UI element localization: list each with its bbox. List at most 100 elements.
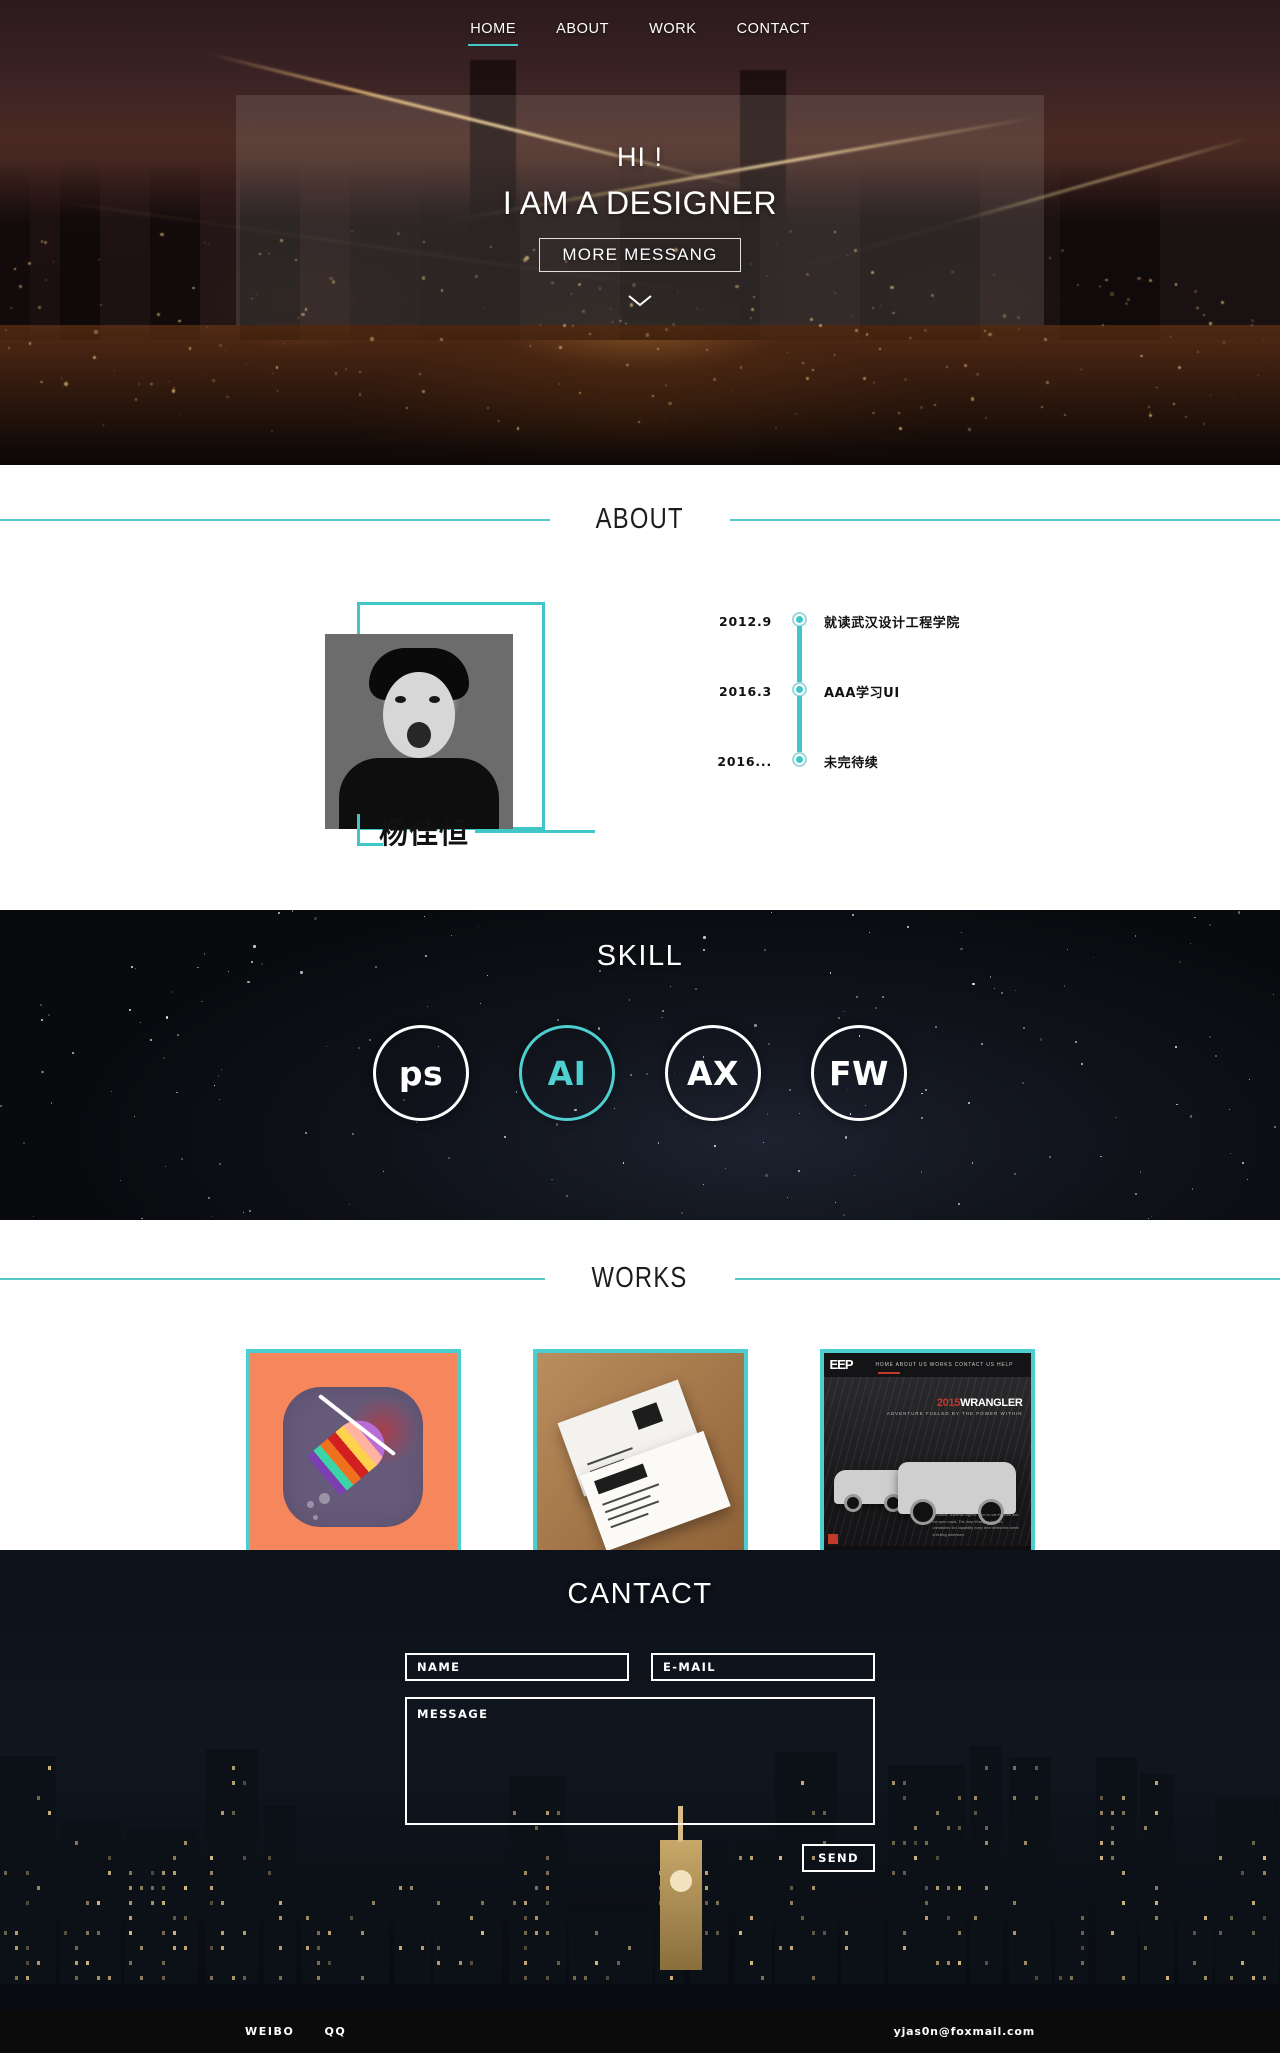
window-light (183, 1946, 187, 1950)
window-light (946, 1826, 950, 1830)
window-light (1143, 1946, 1147, 1950)
window-light (172, 1856, 176, 1860)
name-bracket-vertical (357, 814, 360, 846)
skill-badge-fw[interactable]: FW (811, 1025, 907, 1121)
window-light (317, 1961, 321, 1965)
window-light (107, 1976, 111, 1980)
skill-heading: SKILL (596, 940, 684, 972)
more-message-button[interactable]: MORE MESSANG (539, 238, 741, 272)
window-light (209, 1856, 213, 1860)
window-light (220, 1931, 224, 1935)
window-light (74, 1961, 78, 1965)
nav-item-contact[interactable]: CONTACT (717, 0, 830, 58)
window-light (1121, 1871, 1125, 1875)
send-row: SEND (405, 1844, 875, 1872)
building (1008, 1756, 1052, 1984)
window-light (1121, 1976, 1125, 1980)
profile-name: 杨佳恒 (379, 816, 470, 850)
window-light (1110, 1826, 1114, 1830)
window-light (437, 1961, 441, 1965)
skill-badge-ps[interactable]: ps (373, 1025, 469, 1121)
window-light (524, 1961, 528, 1965)
contact-form-row (405, 1653, 875, 1681)
window-light (957, 1961, 961, 1965)
window-light (822, 1931, 826, 1935)
window-light (150, 1886, 154, 1890)
work-thumb-business-card[interactable] (532, 1349, 748, 1564)
building (970, 1746, 1003, 1984)
window-light (1080, 1931, 1084, 1935)
jeep-headline-model: WRANGLER (960, 1397, 1023, 1409)
window-light (606, 1976, 610, 1980)
window-light (96, 1931, 100, 1935)
window-light (481, 1931, 485, 1935)
building (433, 1892, 503, 1984)
building (1095, 1757, 1137, 1984)
window-light (361, 1931, 365, 1935)
window-light (595, 1931, 599, 1935)
window-light (1154, 1781, 1158, 1785)
timeline-label: 未完待续 (824, 756, 879, 771)
skill-label: FW (829, 1053, 889, 1093)
window-light (410, 1886, 414, 1890)
app-icon-tile (283, 1386, 423, 1527)
work-thumb-jeep-site[interactable]: EEP HOME ABOUT US WORKS CONTACT US HELP … (819, 1349, 1035, 1564)
window-light (1012, 1796, 1016, 1800)
window-light (317, 1976, 321, 1980)
window-light (1080, 1961, 1084, 1965)
window-light (913, 1856, 917, 1860)
window-light (935, 1811, 939, 1815)
chevron-down-icon[interactable] (625, 292, 655, 308)
photo-mouth (407, 722, 431, 748)
window-light (4, 1931, 7, 1935)
window-light (924, 1916, 928, 1920)
window-light (278, 1916, 282, 1920)
window-light (128, 1871, 132, 1875)
nav-item-work[interactable]: WORK (629, 0, 717, 58)
nav-item-about[interactable]: ABOUT (536, 0, 629, 58)
email-input[interactable] (651, 1653, 875, 1681)
timeline-label: 就读武汉设计工程学院 (824, 616, 961, 631)
jeep-logo: EEP (829, 1357, 854, 1372)
window-light (1012, 1766, 1016, 1770)
skill-badge-ai[interactable]: AI (519, 1025, 615, 1121)
skill-badge-ax[interactable]: AX (665, 1025, 761, 1121)
window-light (48, 1766, 51, 1770)
main-navigation: HOME ABOUT WORK CONTACT (0, 0, 1280, 58)
window-light (139, 1976, 143, 1980)
window-light (924, 1901, 928, 1905)
window-light (902, 1931, 906, 1935)
window-light (902, 1871, 906, 1875)
window-light (267, 1871, 271, 1875)
window-light (811, 1886, 815, 1890)
photo-eye (429, 696, 440, 703)
window-light (74, 1946, 78, 1950)
work-thumb-app-icon[interactable] (245, 1349, 461, 1564)
footer-link-weibo[interactable]: WEIBO (245, 2025, 294, 2038)
window-light (399, 1886, 403, 1890)
window-light (74, 1976, 78, 1980)
window-light (209, 1871, 213, 1875)
window-light (150, 1871, 154, 1875)
name-input[interactable] (405, 1653, 629, 1681)
building (1215, 1797, 1279, 1984)
window-light (1080, 1946, 1084, 1950)
send-button[interactable]: SEND (802, 1844, 875, 1872)
works-heading: WORKS (592, 1262, 688, 1294)
building (302, 1880, 389, 1984)
window-light (161, 1871, 165, 1875)
footer-link-qq[interactable]: QQ (324, 2025, 346, 2038)
name-decoration: 杨佳恒 (357, 808, 597, 856)
window-light (524, 1901, 528, 1905)
window-light (372, 1901, 376, 1905)
hero-section: HOME ABOUT WORK CONTACT HI ! I AM A DESI… (0, 0, 1280, 465)
window-light (1080, 1916, 1084, 1920)
window-light (220, 1901, 224, 1905)
window-light (278, 1946, 282, 1950)
window-light (437, 1901, 441, 1905)
nav-label: WORK (649, 21, 697, 37)
window-light (789, 1946, 793, 1950)
nav-item-home[interactable]: HOME (450, 0, 536, 58)
message-textarea[interactable] (405, 1697, 875, 1825)
window-light (595, 1961, 599, 1965)
